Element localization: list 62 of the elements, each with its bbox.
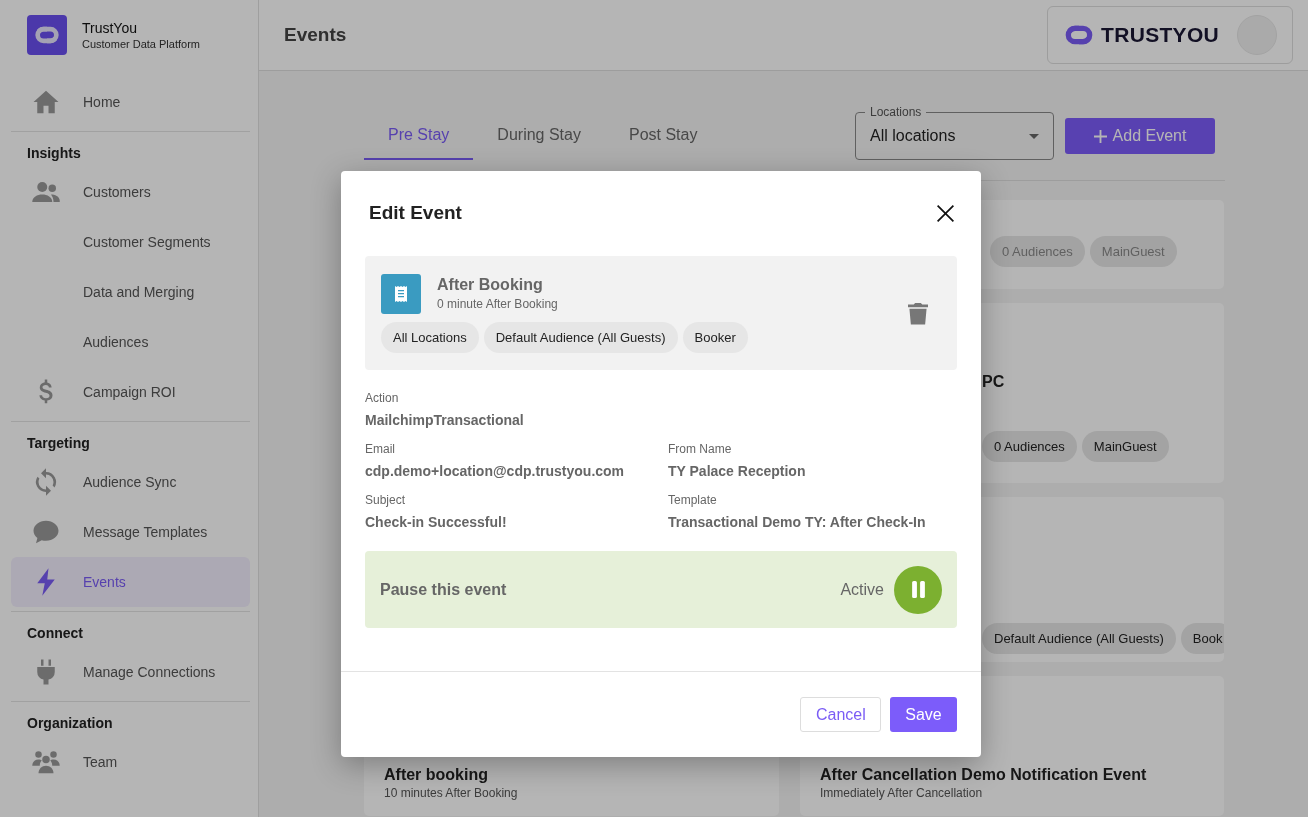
tag-chip: MainGuest bbox=[1089, 236, 1177, 267]
sidebar-item[interactable]: Campaign ROI bbox=[11, 367, 250, 417]
tab[interactable]: Pre Stay bbox=[364, 112, 474, 160]
tag-chip: Default Audience (All Guests) bbox=[483, 321, 678, 353]
pause-label: Pause this event bbox=[380, 580, 507, 599]
caret-icon bbox=[1029, 133, 1039, 139]
delete-button[interactable] bbox=[907, 300, 929, 326]
field-label: From Name bbox=[668, 442, 733, 456]
cancel-button[interactable]: Cancel bbox=[800, 697, 881, 732]
pause-icon bbox=[910, 581, 926, 598]
add-event-button[interactable]: Add Event bbox=[1065, 118, 1215, 154]
tag-chip: Booker bbox=[682, 321, 748, 353]
sidebar-item[interactable]: Manage Connections bbox=[11, 647, 250, 697]
tag-chip: 0 Audiences bbox=[990, 236, 1085, 267]
sidebar-item[interactable]: Team bbox=[11, 737, 250, 787]
field-label: Subject bbox=[365, 493, 407, 507]
event-timing: Immediately After Cancellation bbox=[820, 786, 984, 800]
section-heading: Insights bbox=[26, 144, 82, 163]
tag-chip: All Locations bbox=[381, 321, 479, 353]
sidebar-item[interactable]: Data and Merging bbox=[11, 267, 250, 317]
field-label: Email bbox=[365, 442, 396, 456]
brand-wordmark: TRUSTYOU bbox=[1101, 23, 1219, 47]
event-title: After Cancellation Demo Notification Event bbox=[820, 766, 1148, 784]
tab[interactable]: During Stay bbox=[473, 112, 605, 160]
sidebar-item[interactable]: Events bbox=[11, 557, 250, 607]
event-timing: 0 minute After Booking bbox=[437, 296, 558, 311]
field-label: Locations bbox=[865, 105, 927, 119]
event-title: PC bbox=[982, 373, 1006, 391]
event-title: After booking bbox=[384, 766, 489, 784]
sidebar-item[interactable]: Customer Segments bbox=[11, 217, 250, 267]
plus-icon bbox=[1093, 129, 1107, 143]
close-icon bbox=[936, 204, 954, 222]
tag-chip: Default Audience (All Guests) bbox=[982, 623, 1176, 654]
event-timing: 10 minutes After Booking bbox=[384, 786, 519, 800]
receipt-icon bbox=[395, 285, 407, 302]
tab[interactable]: Post Stay bbox=[604, 112, 722, 160]
section-heading: Organization bbox=[26, 714, 114, 733]
sidebar-item[interactable]: Home bbox=[11, 77, 250, 127]
sidebar-item[interactable]: Customers bbox=[11, 167, 250, 217]
app-subtitle: Customer Data Platform bbox=[82, 38, 200, 50]
tag-chip: 0 Audiences bbox=[982, 431, 1077, 462]
section-heading: Connect bbox=[26, 624, 84, 643]
app-name: TrustYou bbox=[82, 20, 138, 36]
field-label: Action bbox=[365, 391, 400, 405]
sidebar-item[interactable]: Audience Sync bbox=[11, 457, 250, 507]
page-title: Events bbox=[284, 24, 347, 46]
trash-icon bbox=[908, 301, 928, 325]
event-title: After Booking bbox=[437, 275, 544, 294]
field-value: Check-in Successful! bbox=[365, 514, 508, 530]
pause-button[interactable] bbox=[894, 565, 942, 614]
field-label: Template bbox=[668, 493, 718, 507]
sidebar-item[interactable]: Message Templates bbox=[11, 507, 250, 557]
dialog-title: Edit Event bbox=[369, 202, 462, 224]
tag-chip: Book bbox=[1180, 623, 1224, 654]
sidebar-item[interactable]: Audiences bbox=[11, 317, 250, 367]
section-heading: Targeting bbox=[26, 434, 91, 453]
save-button[interactable]: Save bbox=[890, 697, 957, 732]
tag-chip: MainGuest bbox=[1081, 431, 1169, 462]
field-value: MailchimpTransactional bbox=[365, 412, 525, 428]
field-value: cdp.demo+location@cdp.trustyou.com bbox=[365, 463, 626, 479]
status-text: Active bbox=[840, 580, 884, 599]
close-button[interactable] bbox=[935, 203, 955, 223]
